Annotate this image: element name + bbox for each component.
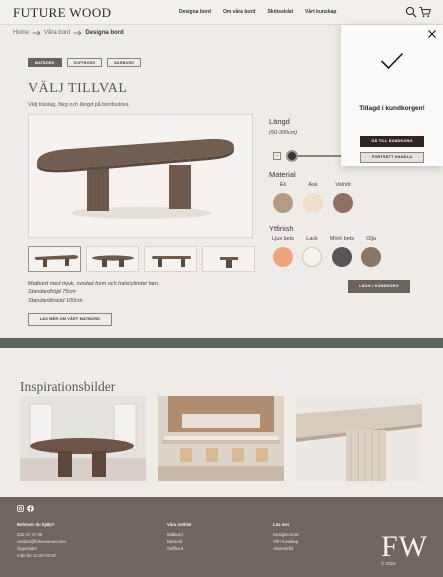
help-info: 032-47 47 90 contact@futurewood.com Öppe…	[17, 531, 66, 559]
nav-vart-kunskap[interactable]: Vårt kunskap	[305, 9, 336, 15]
material-swatches: Ek Ask Valnöt	[272, 182, 354, 213]
furniture-links: Matbord Barbord Soffbord	[167, 531, 183, 552]
learn-more-title: Läs mer	[273, 522, 290, 527]
add-to-cart-button[interactable]: LÄGG I KUNDKORG	[348, 280, 410, 293]
nav-designa-bord[interactable]: Designa bord	[179, 9, 211, 15]
length-label: Längd	[269, 117, 290, 126]
facebook-icon[interactable]	[27, 505, 34, 512]
cart-icon[interactable]	[419, 6, 431, 18]
breadcrumb-home[interactable]: Home	[13, 30, 29, 36]
product-description: Matbord med mjuk, rundad form och halvcy…	[28, 280, 159, 305]
thumbnail[interactable]	[202, 246, 255, 272]
page-subtitle: Välj träslag, färg och längd på bordsski…	[28, 102, 129, 108]
go-to-cart-button[interactable]: GÅ TILL KUNDKORG	[360, 136, 424, 147]
finish-name: Mörk bets	[329, 236, 355, 242]
copyright: © 2024	[381, 561, 396, 566]
site-header: FUTURE WOOD Designa bord Om våra bord Sk…	[0, 0, 443, 25]
divider-band	[0, 338, 443, 348]
material-swatch[interactable]	[303, 193, 323, 213]
description-line: Standardbredd 100cm	[28, 297, 83, 304]
footer-link-soffbord[interactable]: Soffbord	[167, 545, 183, 552]
footer-link-matbord[interactable]: Matbord	[167, 531, 183, 538]
footer-link-designa-bord[interactable]: Designa bord	[273, 531, 299, 538]
thumbnail[interactable]	[144, 246, 197, 272]
logo[interactable]: FUTURE WOOD	[13, 5, 111, 21]
learn-more-links: Designa bord Vårt kunskap Skötselråd	[273, 531, 299, 552]
thumbnail-strip	[28, 246, 255, 272]
finish-option[interactable]: Lack	[299, 236, 325, 267]
product-image	[28, 114, 253, 238]
thumbnail[interactable]	[28, 246, 81, 272]
material-label: Material	[269, 170, 296, 179]
inspiration-image[interactable]	[296, 396, 422, 481]
length-range: (50-300cm)	[269, 130, 298, 136]
footer-link-barbord[interactable]: Barbord	[167, 538, 183, 545]
breadcrumb: Home Våra bord Designa bord	[13, 30, 124, 36]
nav-om-vara-bord[interactable]: Om våra bord	[223, 9, 256, 15]
phone-number[interactable]: 032-47 47 90	[17, 531, 66, 538]
page-title: VÄLJ TILLVAL	[28, 81, 128, 96]
learn-more-button[interactable]: LÄS MER OM VÅRT MATBORD	[28, 313, 112, 326]
material-name: Valnöt	[335, 182, 351, 188]
material-name: Ek	[279, 182, 287, 188]
checkmark-icon	[380, 52, 404, 70]
nav-skotselrad[interactable]: Skötselråd	[267, 9, 293, 15]
finish-swatch[interactable]	[273, 247, 293, 267]
material-swatch[interactable]	[273, 193, 293, 213]
length-slider-handle[interactable]	[286, 150, 298, 162]
furniture-title: Våra möbler	[167, 522, 192, 527]
finish-swatches: Ljus bets Lack Mörk bets Olja	[270, 236, 383, 267]
search-icon[interactable]	[405, 6, 417, 18]
finish-name: Ljus bets	[271, 236, 294, 242]
thumbnail[interactable]	[86, 246, 139, 272]
finish-swatch[interactable]	[361, 247, 381, 267]
site-footer	[0, 497, 443, 577]
inspiration-image[interactable]	[158, 396, 284, 481]
opening-hours-label: Öppettider	[17, 546, 38, 551]
finish-name: Lack	[306, 236, 318, 242]
length-slider-track[interactable]	[292, 155, 346, 157]
help-title: Behöver du hjälp?	[17, 522, 55, 527]
social-icons	[17, 505, 34, 512]
arrow-right-icon	[32, 30, 41, 36]
arrow-right-icon	[73, 30, 82, 36]
material-option[interactable]: Ek	[272, 182, 294, 213]
finish-swatch[interactable]	[302, 247, 322, 267]
footer-link-vart-kunskap[interactable]: Vårt kunskap	[273, 538, 299, 545]
finish-option[interactable]: Olja	[359, 236, 383, 267]
material-option[interactable]: Valnöt	[332, 182, 354, 213]
instagram-icon[interactable]	[17, 505, 24, 512]
finish-name: Olja	[366, 236, 376, 242]
finish-option[interactable]: Mörk bets	[328, 236, 356, 267]
finish-swatch[interactable]	[332, 247, 352, 267]
length-decrease-button[interactable]: −	[273, 152, 281, 160]
main-nav: Designa bord Om våra bord Skötselråd Vår…	[179, 9, 336, 15]
tab-soffbord[interactable]: SOFFBORD	[66, 58, 103, 67]
added-to-cart-popup: Tillagd i kundkorgen! GÅ TILL KUNDKORG F…	[341, 25, 443, 166]
inspiration-title: Inspirationsbilder	[20, 379, 116, 394]
breadcrumb-current: Designa bord	[85, 30, 124, 36]
opening-hours: mån-fre 10.00-20.00	[17, 553, 56, 558]
product-type-tabs: MATBORD SOFFBORD BARBORD	[28, 58, 142, 67]
footer-link-skotselrad[interactable]: Skötselråd	[273, 545, 299, 552]
popup-message: Tillagd i kundkorgen!	[359, 105, 425, 112]
description-line: Matbord med mjuk, rundad form och halvcy…	[28, 281, 160, 287]
material-option[interactable]: Ask	[302, 182, 324, 213]
close-icon[interactable]	[427, 29, 437, 39]
inspiration-image[interactable]	[20, 396, 146, 481]
footer-monogram: FW	[381, 530, 428, 563]
finish-option[interactable]: Ljus bets	[270, 236, 296, 267]
material-name: Ask	[308, 182, 318, 188]
breadcrumb-vara-bord[interactable]: Våra bord	[44, 30, 70, 36]
email-link[interactable]: contact@futurewood.com	[17, 538, 66, 545]
material-swatch[interactable]	[333, 193, 353, 213]
description-line: Standardhöjd 75cm	[28, 289, 76, 296]
continue-shopping-button[interactable]: FORTSÄTT HANDLA	[360, 152, 424, 163]
tab-matbord[interactable]: MATBORD	[28, 58, 62, 67]
finish-label: Ytfinish	[269, 224, 294, 233]
tab-barbord[interactable]: BARBORD	[107, 58, 142, 67]
